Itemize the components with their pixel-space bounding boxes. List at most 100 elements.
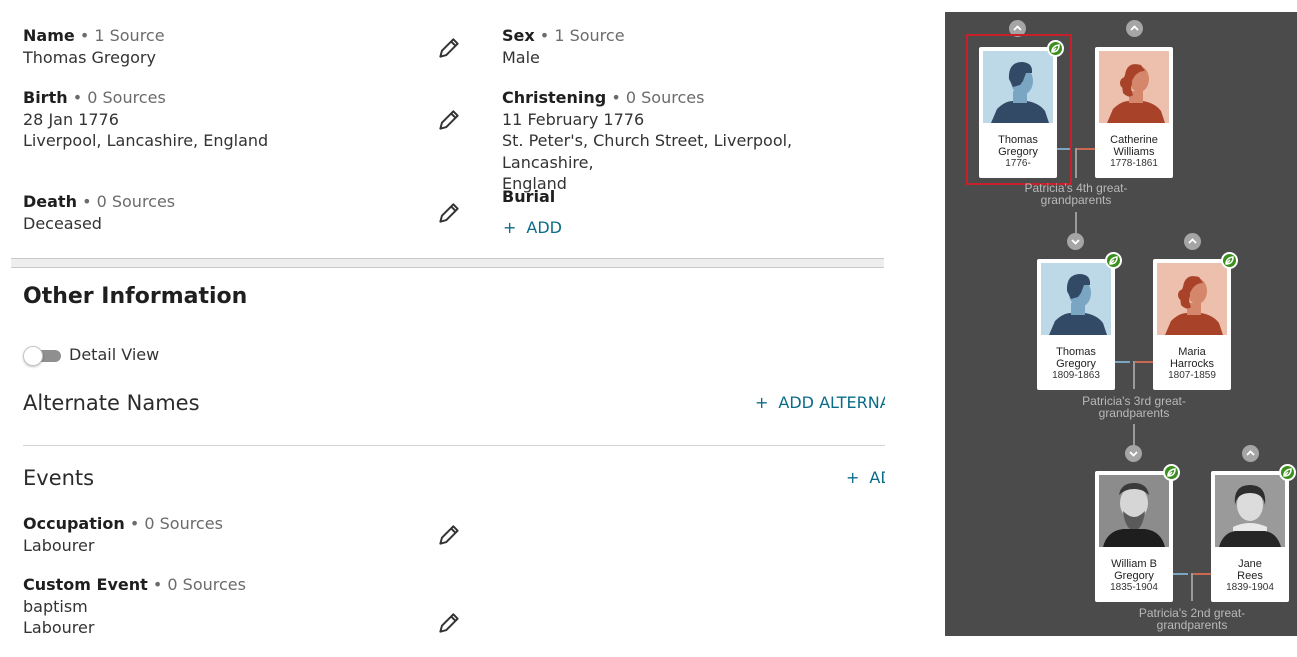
plus-icon: + [755, 393, 769, 412]
plus-icon: + [503, 218, 517, 237]
birth-label: Birth [23, 88, 68, 107]
sex-fact: Sex • 1 Source Male [502, 25, 625, 68]
edit-custom-event-pencil-icon[interactable] [436, 610, 462, 636]
christening-place-line2: England [502, 174, 567, 193]
edit-occupation-pencil-icon[interactable] [436, 522, 462, 548]
hint-leaf-icon[interactable] [1105, 252, 1122, 269]
person-years: 1839-1904 [1226, 582, 1274, 593]
custom-event: Custom Event • 0 Sources baptism Laboure… [23, 574, 246, 639]
events-heading: Events [23, 466, 95, 490]
plus-icon: + [846, 468, 860, 487]
person-name: Catherine Williams [1110, 134, 1158, 158]
section-divider [11, 258, 884, 268]
name-sources-link[interactable]: • 1 Source [80, 26, 165, 45]
person-card-maria-harrocks[interactable]: Maria Harrocks 1807-1859 [1153, 259, 1231, 390]
generation-label: Patricia's 4th great-grandparents [1024, 181, 1128, 207]
christening-fact: Christening • 0 Sources 11 February 1776… [502, 87, 885, 195]
sex-sources-link[interactable]: • 1 Source [540, 26, 625, 45]
person-card-catherine-williams[interactable]: Catherine Williams 1778-1861 [1095, 47, 1173, 178]
expand-ancestors-chevron-up-icon[interactable] [1126, 20, 1143, 37]
christening-label: Christening [502, 88, 607, 107]
toggle-knob [23, 346, 43, 366]
person-details-pane: Name • 1 Source Thomas Gregory Sex • 1 S… [0, 0, 885, 657]
add-alternate-name-button[interactable]: + ADD ALTERNA [755, 393, 885, 412]
death-value: Deceased [23, 213, 102, 233]
descent-line [1191, 573, 1193, 601]
alternate-names-heading: Alternate Names [23, 391, 200, 415]
couple-line [1114, 361, 1130, 363]
person-years: 1778-1861 [1110, 158, 1158, 169]
hint-leaf-icon[interactable] [1221, 252, 1238, 269]
descent-line [1075, 148, 1077, 178]
person-card-thomas-gregory-1809[interactable]: Thomas Gregory 1809-1863 [1037, 259, 1115, 390]
christening-place-line1: St. Peter's, Church Street, Liverpool, L… [502, 131, 793, 172]
person-name: Jane Rees [1237, 558, 1263, 582]
portrait-photo [1099, 475, 1169, 547]
collapse-chevron-down-icon[interactable] [1067, 233, 1084, 250]
expand-ancestors-chevron-up-icon[interactable] [1242, 445, 1259, 462]
edit-birth-pencil-icon[interactable] [436, 107, 462, 133]
custom-event-line1: baptism [23, 596, 88, 616]
generation-label: Patricia's 3rd great-grandparents [1082, 394, 1186, 420]
add-event-label: AD [869, 468, 885, 487]
birth-place: Liverpool, Lancashire, England [23, 131, 269, 150]
couple-line [1192, 573, 1211, 575]
add-event-button[interactable]: + AD [846, 468, 885, 487]
collapse-chevron-down-icon[interactable] [1125, 445, 1142, 462]
custom-event-sources-link[interactable]: • 0 Sources [153, 575, 246, 594]
couple-line [1134, 361, 1153, 363]
death-fact: Death • 0 Sources Deceased [23, 191, 175, 234]
portrait-photo [1215, 475, 1285, 547]
occupation-sources-link[interactable]: • 0 Sources [130, 514, 223, 533]
person-card-jane-rees[interactable]: Jane Rees 1839-1904 [1211, 471, 1289, 602]
hint-leaf-icon[interactable] [1163, 464, 1180, 481]
other-information-heading: Other Information [23, 284, 248, 309]
alternate-names-divider [23, 445, 885, 446]
name-fact: Name • 1 Source Thomas Gregory [23, 25, 165, 68]
hint-leaf-icon[interactable] [1279, 464, 1296, 481]
person-years: 1809-1863 [1052, 370, 1100, 381]
birth-sources-link[interactable]: • 0 Sources [73, 88, 166, 107]
add-burial-button[interactable]: + ADD [503, 218, 562, 237]
custom-event-label: Custom Event [23, 575, 148, 594]
death-label: Death [23, 192, 77, 211]
female-avatar-icon [1099, 51, 1169, 123]
person-name: Maria Harrocks [1169, 346, 1214, 370]
couple-line [1076, 148, 1095, 150]
birth-fact: Birth • 0 Sources 28 Jan 1776 Liverpool,… [23, 87, 268, 152]
expand-ancestors-chevron-up-icon[interactable] [1184, 233, 1201, 250]
person-name: William B Gregory [1111, 558, 1157, 582]
occupation-value: Labourer [23, 535, 95, 555]
occupation-label: Occupation [23, 514, 125, 533]
person-years: 1807-1859 [1168, 370, 1216, 381]
detail-view-toggle[interactable] [23, 346, 61, 366]
detail-view-label: Detail View [69, 345, 160, 364]
person-name: Thomas Gregory [1056, 346, 1096, 370]
sex-value: Male [502, 47, 540, 67]
descent-line [1075, 212, 1077, 234]
name-value: Thomas Gregory [23, 47, 156, 67]
male-avatar-icon [983, 51, 1053, 123]
death-sources-link[interactable]: • 0 Sources [82, 192, 175, 211]
person-card-william-b-gregory[interactable]: William B Gregory 1835-1904 [1095, 471, 1173, 602]
person-card-thomas-gregory-1776[interactable]: Thomas Gregory 1776- [979, 47, 1057, 178]
pedigree-tree-panel: Thomas Gregory 1776- Catherine Williams 17… [945, 12, 1297, 636]
custom-event-line2: Labourer [23, 618, 95, 637]
descent-line [1133, 361, 1135, 389]
christening-date: 11 February 1776 [502, 109, 645, 129]
sex-label: Sex [502, 26, 535, 45]
edit-death-pencil-icon[interactable] [436, 200, 462, 226]
edit-name-pencil-icon[interactable] [436, 35, 462, 61]
hint-leaf-icon[interactable] [1047, 40, 1064, 57]
couple-line [1172, 573, 1188, 575]
add-alternate-name-label: ADD ALTERNA [778, 393, 885, 412]
male-avatar-icon [1041, 263, 1111, 335]
female-avatar-icon [1157, 263, 1227, 335]
generation-label: Patricia's 2nd great-grandparents [1138, 606, 1246, 632]
christening-sources-link[interactable]: • 0 Sources [611, 88, 704, 107]
burial-label: Burial [502, 187, 556, 206]
person-years: 1835-1904 [1110, 582, 1158, 593]
occupation-event: Occupation • 0 Sources Labourer [23, 513, 223, 556]
burial-fact: Burial [502, 186, 555, 208]
person-years: 1776- [1005, 158, 1031, 169]
